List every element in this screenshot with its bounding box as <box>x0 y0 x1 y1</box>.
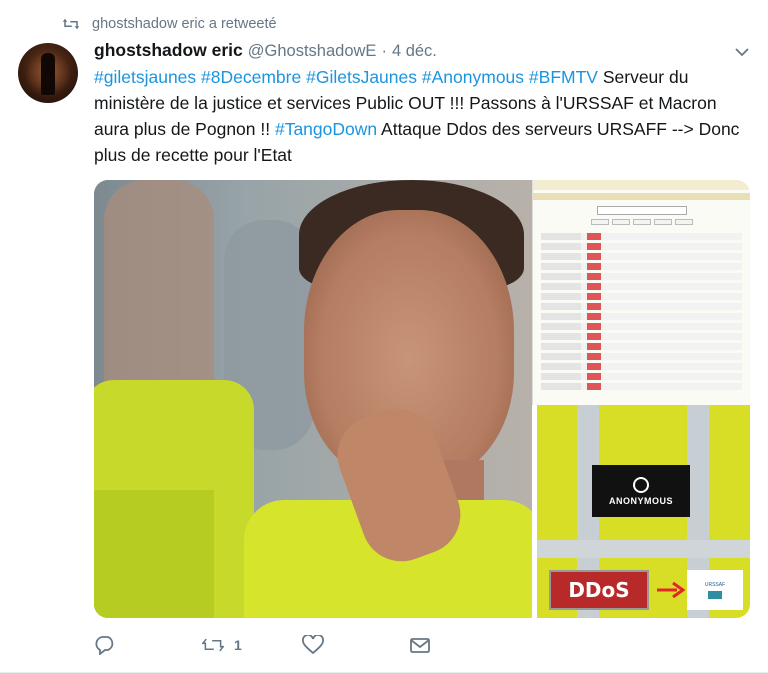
tweet-text: #giletsjaunes #8Decembre #GiletsJaunes #… <box>94 64 754 168</box>
yellow-vest <box>94 490 214 618</box>
site-nav <box>533 193 750 200</box>
photo-macron <box>94 180 532 618</box>
retweet-notice-text[interactable]: ghostshadow eric a retweeté <box>92 16 277 32</box>
avatar-figure <box>41 53 55 95</box>
reply-icon <box>95 636 114 655</box>
hashtag-link[interactable]: #giletsjaunes <box>94 67 196 87</box>
tweet-header: ghostshadow eric @GhostshadowE · 4 déc. <box>94 40 748 64</box>
avatar[interactable] <box>18 43 78 103</box>
hashtag-link[interactable]: #Anonymous <box>422 67 524 87</box>
hashtag-link[interactable]: #8Decembre <box>201 67 301 87</box>
site-header <box>533 180 750 190</box>
urssaf-emblem <box>708 590 722 599</box>
reply-button[interactable] <box>94 635 116 655</box>
reflective-band <box>537 540 750 558</box>
ddos-sign: DDoS <box>549 570 649 610</box>
collage-panel: ANONYMOUS DDoS URSSAF <box>532 180 750 618</box>
arrow-right-icon <box>657 581 685 599</box>
retweet-icon <box>62 18 80 30</box>
site-results <box>533 233 750 390</box>
retweet-notice: ghostshadow eric a retweeté <box>62 14 277 34</box>
hashtag-link[interactable]: #GiletsJaunes <box>306 67 417 87</box>
heart-icon <box>302 635 324 655</box>
header-separator: · <box>381 42 387 60</box>
urssaf-label: URSSAF <box>704 581 726 588</box>
hashtag-link-tangodown[interactable]: #TangoDown <box>275 119 377 139</box>
chevron-down-icon[interactable] <box>734 44 750 60</box>
ddos-label: DDoS <box>568 578 630 602</box>
anonymous-label: ANONYMOUS <box>608 495 673 506</box>
site-buttons <box>533 219 750 225</box>
media-image[interactable]: ANONYMOUS DDoS URSSAF <box>94 180 750 618</box>
site-input <box>596 206 687 215</box>
retweet-button[interactable]: 1 <box>202 635 242 655</box>
hashtag-link[interactable]: #BFMTV <box>529 67 598 87</box>
envelope-icon <box>410 638 430 653</box>
anonymous-emblem-icon <box>633 476 649 493</box>
author-name[interactable]: ghostshadow eric <box>94 40 243 61</box>
retweet-icon <box>202 638 224 652</box>
tweet-card[interactable]: ghostshadow eric a retweeté ghostshadow … <box>0 0 768 673</box>
yellow-vest-photo: ANONYMOUS DDoS URSSAF <box>537 405 750 618</box>
retweet-count: 1 <box>234 637 242 653</box>
direct-message-button[interactable] <box>409 635 431 655</box>
tweet-date[interactable]: 4 déc. <box>392 42 437 61</box>
urssaf-logo: URSSAF <box>687 570 743 610</box>
author-handle[interactable]: @GhostshadowE <box>248 42 377 61</box>
like-button[interactable] <box>302 635 324 655</box>
anonymous-logo: ANONYMOUS <box>592 465 690 517</box>
website-screenshot <box>532 180 750 405</box>
